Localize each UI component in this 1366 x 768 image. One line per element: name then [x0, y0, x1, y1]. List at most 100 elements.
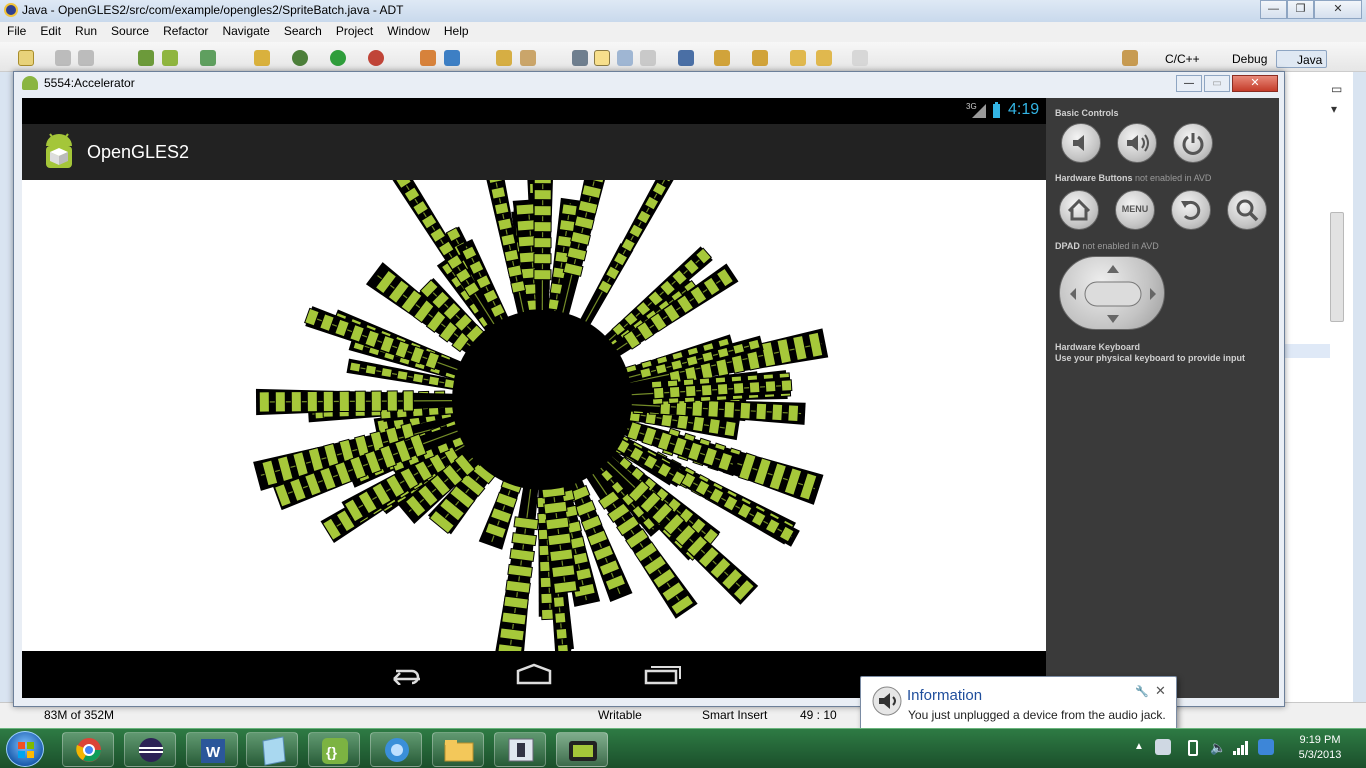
maximize-button[interactable]: ❐ — [1287, 0, 1314, 19]
emulator-close-button[interactable]: ✕ — [1232, 75, 1278, 92]
explorer-icon — [444, 740, 474, 762]
notification-title: Information — [907, 687, 983, 704]
new-icon[interactable] — [18, 50, 34, 66]
eclipse-icon — [139, 738, 163, 762]
start-button[interactable] — [6, 731, 44, 767]
battery-tray-icon[interactable] — [1188, 740, 1198, 756]
taskbar-explorer[interactable] — [432, 732, 484, 767]
tray-network-icon[interactable] — [1155, 739, 1171, 755]
prev-annotation-icon[interactable] — [752, 50, 768, 66]
emulator-minimize-button[interactable]: — — [1176, 75, 1202, 92]
taskbar-notepad[interactable] — [246, 732, 298, 767]
heap-status[interactable]: 83M of 352M — [44, 708, 114, 722]
open-type-icon[interactable] — [496, 50, 512, 66]
perspective-cpp[interactable]: C/C++ — [1145, 50, 1204, 68]
save-all-icon[interactable] — [78, 50, 94, 66]
perspective-cpp-label: C/C++ — [1165, 52, 1200, 66]
pin-icon[interactable] — [678, 50, 694, 66]
power-button[interactable] — [1173, 123, 1213, 163]
volume-tray-icon[interactable]: 🔈 — [1210, 740, 1226, 756]
minimize-button[interactable]: — — [1260, 0, 1287, 19]
dropbox-tray-icon[interactable] — [1258, 739, 1274, 755]
block-selection-icon[interactable] — [617, 50, 633, 66]
insert-mode-status: Smart Insert — [702, 708, 768, 722]
menu-window[interactable]: Window — [380, 22, 437, 40]
perspective-java-label: Java — [1297, 53, 1323, 67]
recents-nav-icon[interactable] — [642, 663, 682, 685]
debug-icon[interactable] — [292, 50, 308, 66]
menu-run[interactable]: Run — [68, 22, 104, 40]
back-icon[interactable] — [816, 50, 832, 66]
device-screen: 3G 4:19 OpenGLES2 — [22, 98, 1046, 698]
taskbar-word[interactable]: W — [186, 732, 238, 767]
tray-time: 9:19 PM — [1299, 734, 1341, 746]
tray-clock[interactable]: 9:19 PM 5/3/2013 — [1285, 734, 1355, 761]
tray-expand-icon[interactable]: ▲ — [1134, 741, 1144, 752]
wifi-tray-icon[interactable] — [1233, 741, 1249, 755]
android-sdk-icon[interactable] — [138, 50, 154, 66]
menu-file[interactable]: File — [0, 22, 33, 40]
last-edit-icon[interactable] — [790, 50, 806, 66]
menu-source[interactable]: Source — [104, 22, 156, 40]
open-perspective-icon[interactable] — [1122, 50, 1138, 66]
notification-close-icon[interactable]: ✕ — [1155, 683, 1166, 699]
svg-text:W: W — [206, 744, 221, 761]
menu-help[interactable]: Help — [437, 22, 476, 40]
menu-navigate[interactable]: Navigate — [215, 22, 276, 40]
brackets-icon: {} — [322, 738, 348, 764]
dpad — [1059, 256, 1165, 330]
external-tools-icon[interactable] — [368, 50, 384, 66]
writable-status: Writable — [598, 708, 642, 722]
home-nav-icon[interactable] — [514, 663, 554, 685]
check-icon[interactable] — [200, 50, 216, 66]
options-icon[interactable]: 🔧 — [1135, 685, 1149, 698]
mark-occurrences-icon[interactable] — [594, 50, 610, 66]
view-menu-icon[interactable]: ▾ — [1331, 102, 1337, 116]
run-icon[interactable] — [330, 50, 346, 66]
gl-surface[interactable] — [22, 180, 1046, 651]
notification-balloon[interactable]: Information You just unplugged a device … — [860, 676, 1177, 730]
menu-search[interactable]: Search — [277, 22, 329, 40]
taskbar-eclipse[interactable] — [124, 732, 176, 767]
menu-project[interactable]: Project — [329, 22, 380, 40]
taskbar-itunes[interactable] — [370, 732, 422, 767]
new-package-icon[interactable] — [444, 50, 460, 66]
back-nav-icon[interactable] — [386, 663, 424, 685]
dpad-arrows-icon — [1070, 265, 1156, 323]
next-annotation-icon[interactable] — [714, 50, 730, 66]
menu-bar: File Edit Run Source Refactor Navigate Search P… — [0, 22, 1366, 42]
forward-icon[interactable] — [852, 50, 868, 66]
chrome-icon — [76, 738, 101, 762]
android-icon — [22, 76, 38, 90]
show-whitespace-icon[interactable] — [640, 50, 656, 66]
taskbar-brackets[interactable]: {} — [308, 732, 360, 767]
open-task-icon[interactable] — [520, 50, 536, 66]
taskbar-chrome[interactable] — [62, 732, 114, 767]
back-hw-button — [1171, 190, 1211, 230]
emulator-maximize-button: ▭ — [1204, 75, 1230, 92]
notepad-icon — [262, 736, 286, 766]
outline-selected-row[interactable] — [1284, 344, 1330, 358]
search-icon[interactable] — [572, 50, 588, 66]
avd-manager-icon[interactable] — [162, 50, 178, 66]
taskbar-android-emulator[interactable] — [556, 732, 608, 767]
volume-up-button[interactable] — [1117, 123, 1157, 163]
menu-refactor[interactable]: Refactor — [156, 22, 215, 40]
outline-scrollbar[interactable] — [1330, 212, 1344, 322]
save-icon[interactable] — [55, 50, 71, 66]
new-class-icon[interactable] — [420, 50, 436, 66]
emulator-controls: Basic Controls Hardware Buttons not enab… — [1046, 98, 1279, 698]
minimize-view-icon[interactable]: ▭ — [1331, 82, 1342, 96]
dpad-note: not enabled in AVD — [1082, 241, 1159, 251]
app-icon — [46, 133, 72, 168]
volume-down-button[interactable] — [1061, 123, 1101, 163]
menu-hw-button: MENU — [1115, 190, 1155, 230]
lint-icon[interactable] — [254, 50, 270, 66]
speaker-icon — [872, 686, 902, 716]
perspective-java[interactable]: Java — [1276, 50, 1328, 68]
menu-edit[interactable]: Edit — [33, 22, 68, 40]
app-title: OpenGLES2 — [87, 142, 190, 162]
perspective-debug[interactable]: Debug — [1210, 50, 1271, 68]
close-button[interactable]: ✕ — [1314, 0, 1362, 19]
taskbar-device-manager[interactable] — [494, 732, 546, 767]
